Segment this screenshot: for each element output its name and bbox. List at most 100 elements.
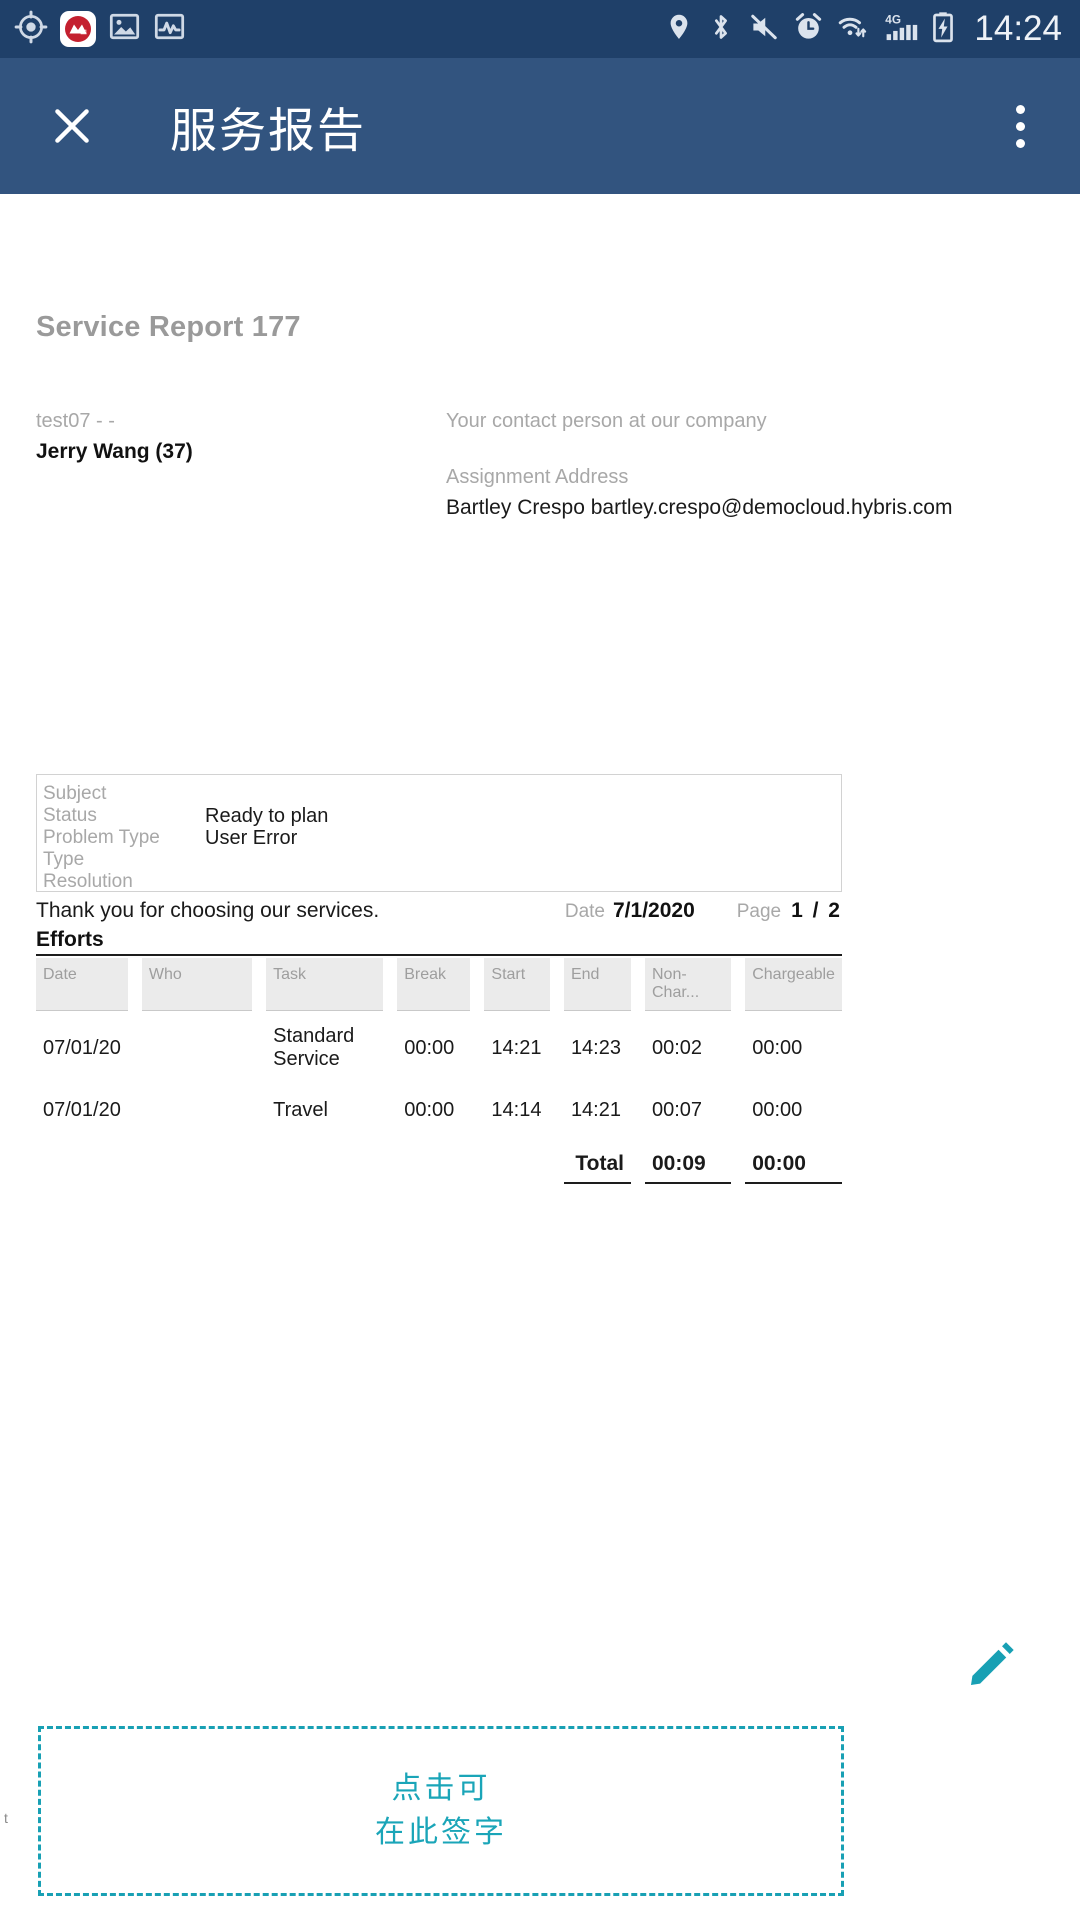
cell-spacer xyxy=(631,1136,645,1183)
header-spacer xyxy=(470,958,485,1011)
header-spacer xyxy=(252,958,267,1011)
header-spacer xyxy=(549,958,564,1011)
contact-person-label: Your contact person at our company xyxy=(446,410,767,432)
cell-spacer xyxy=(397,1136,470,1183)
footer-meta: Date 7/1/2020 Page 1 / 2 xyxy=(565,899,842,923)
details-box: Subject Status Ready to plan Problem Typ… xyxy=(36,774,842,892)
cell-end: 14:21 xyxy=(570,1099,621,1121)
status-bar-clock: 14:24 xyxy=(974,9,1062,48)
cell-chargeable: 00:00 xyxy=(752,1099,803,1121)
cell-who xyxy=(142,1085,252,1136)
cell-spacer xyxy=(550,1085,564,1136)
detail-value: Ready to plan xyxy=(205,805,329,827)
cell-spacer xyxy=(631,1085,645,1136)
alarm-clock-icon xyxy=(793,11,824,47)
detail-row: Resolution xyxy=(43,871,841,893)
date-label: Date xyxy=(564,901,605,922)
contact-info-block: Your contact person at our company Assig… xyxy=(446,406,952,524)
column-header-task: Task xyxy=(266,958,384,1011)
efforts-header-row: Date Who Task Break Start End Non-Char..… xyxy=(36,958,842,1011)
service-report-document[interactable]: Service Report 177 test07 - - Jerry Wang… xyxy=(0,194,1080,1920)
efforts-total-row: Total 00:09 00:00 xyxy=(36,1136,842,1184)
table-row: 07/01/20 Standard Service 00:00 14:21 14… xyxy=(36,1011,842,1086)
bluetooth-icon xyxy=(707,12,735,47)
efforts-table: Date Who Task Break Start End Non-Char..… xyxy=(36,958,842,1184)
total-chargeable: 00:00 xyxy=(745,1136,842,1184)
page-value: 1 / 2 xyxy=(791,899,842,922)
cell-spacer xyxy=(142,1136,252,1183)
cell-task: Travel xyxy=(273,1099,328,1121)
signature-capture-area[interactable]: 点击可 在此签字 xyxy=(38,1726,844,1896)
cell-spacer xyxy=(252,1136,266,1183)
report-title: Service Report 177 xyxy=(36,311,301,343)
column-header-chargeable: Chargeable xyxy=(745,958,842,1011)
assignment-address-label: Assignment Address xyxy=(446,466,629,488)
document-footer-row: Thank you for choosing our services. Dat… xyxy=(36,899,842,923)
cell-spacer xyxy=(36,1136,128,1183)
cell-spacer xyxy=(631,1011,645,1086)
thank-you-text: Thank you for choosing our services. xyxy=(36,899,380,922)
activity-chart-icon xyxy=(153,10,186,48)
cell-non-chargeable: 00:02 xyxy=(652,1036,703,1059)
pencil-edit-icon[interactable] xyxy=(964,1636,1020,1692)
cell-spacer xyxy=(470,1011,484,1086)
app-logo-icon xyxy=(60,11,96,47)
efforts-heading: Efforts xyxy=(36,928,104,951)
column-header-break: Break xyxy=(397,958,471,1011)
header-spacer xyxy=(731,958,746,1011)
cell-spacer xyxy=(731,1136,745,1183)
page-title: 服务报告 xyxy=(170,103,366,157)
signature-prompt: 点击可 在此签字 xyxy=(375,1767,507,1855)
detail-label: Subject xyxy=(43,783,107,804)
cell-spacer xyxy=(252,1085,266,1136)
detail-row: Type xyxy=(43,849,841,871)
column-header-non-chargeable: Non-Char... xyxy=(645,958,732,1011)
close-button[interactable] xyxy=(40,94,104,158)
cell-spacer xyxy=(266,1136,383,1183)
page-label: Page xyxy=(736,901,782,922)
detail-row: Status Ready to plan xyxy=(43,805,841,827)
cell-chargeable: 00:00 xyxy=(752,1036,803,1059)
detail-label: Resolution xyxy=(43,871,133,892)
efforts-divider xyxy=(36,954,842,956)
cell-spacer xyxy=(550,1011,564,1086)
efforts-table-head: Date Who Task Break Start End Non-Char..… xyxy=(36,958,842,1011)
customer-name: Jerry Wang (37) xyxy=(36,440,193,463)
cell-break: 00:00 xyxy=(404,1036,455,1059)
customer-account: test07 - - xyxy=(36,410,115,432)
cell-spacer xyxy=(128,1085,142,1136)
detail-row: Problem Type User Error xyxy=(43,827,841,849)
assignment-address-value: Bartley Crespo bartley.crespo@democloud.… xyxy=(446,496,953,519)
battery-charging-icon xyxy=(931,11,955,48)
column-header-start: Start xyxy=(484,958,550,1011)
cell-date: 07/01/20 xyxy=(43,1099,121,1121)
cell-break: 00:00 xyxy=(404,1099,455,1121)
cell-spacer xyxy=(383,1085,397,1136)
cell-spacer xyxy=(470,1136,484,1183)
overflow-menu-button[interactable] xyxy=(990,91,1050,161)
cell-spacer xyxy=(484,1136,550,1183)
status-bar: 4G 14:24 xyxy=(0,0,1080,58)
cell-spacer xyxy=(731,1011,745,1086)
header-spacer xyxy=(631,958,645,1011)
svg-text:4G: 4G xyxy=(886,13,902,26)
cell-spacer xyxy=(383,1011,397,1086)
detail-label: Status xyxy=(43,805,97,826)
signature-edge-mark: t xyxy=(4,1810,8,1826)
app-bar: 服务报告 xyxy=(0,58,1080,194)
table-row: 07/01/20 Travel 00:00 14:14 14:21 00:07 … xyxy=(36,1085,842,1136)
gps-crosshair-icon xyxy=(14,10,48,49)
cell-who xyxy=(142,1011,252,1086)
overflow-menu-icon xyxy=(1015,138,1025,148)
gallery-image-icon xyxy=(108,10,141,48)
cell-spacer xyxy=(470,1085,484,1136)
status-bar-right-icons: 4G 14:24 xyxy=(664,9,1062,49)
cell-spacer xyxy=(252,1011,266,1086)
cell-task: Standard Service xyxy=(273,1025,355,1070)
column-header-who: Who xyxy=(141,958,253,1011)
detail-value: User Error xyxy=(205,827,298,849)
volume-muted-icon xyxy=(748,12,780,47)
customer-info-block: test07 - - Jerry Wang (37) xyxy=(36,406,193,468)
cell-start: 14:21 xyxy=(491,1036,542,1059)
cell-spacer xyxy=(128,1011,142,1086)
